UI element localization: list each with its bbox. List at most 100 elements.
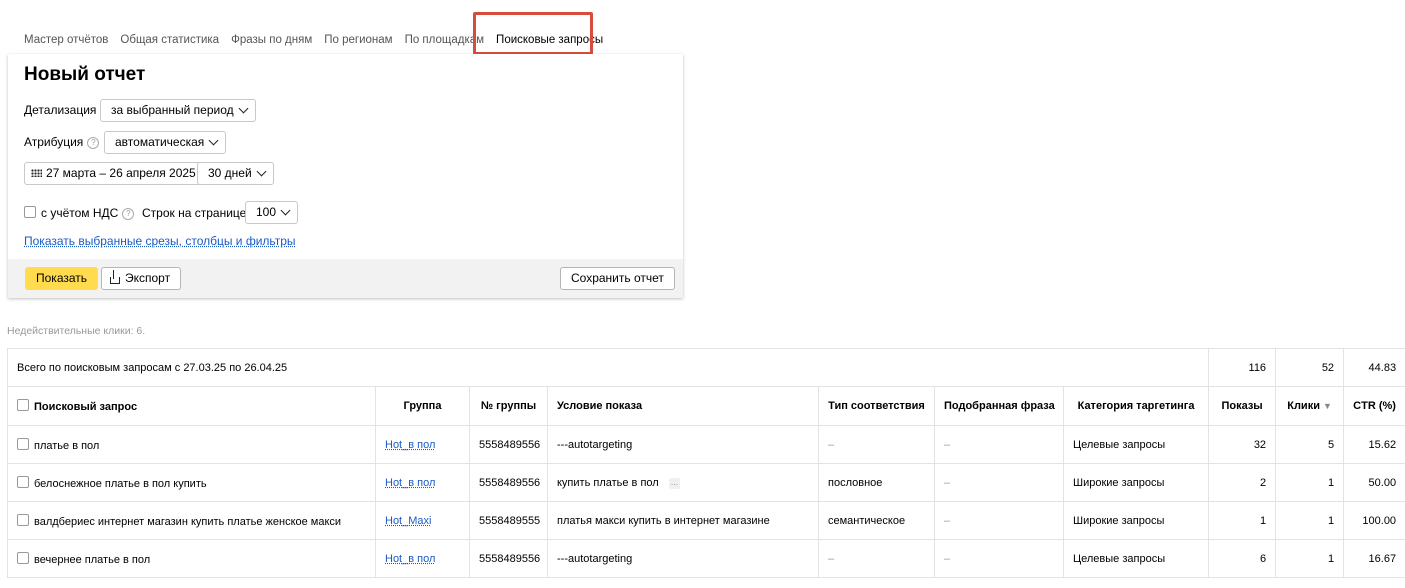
row-checkbox[interactable]: [17, 551, 29, 564]
detail-select[interactable]: за выбранный период: [100, 99, 256, 122]
totals-ctr: 44.83: [1343, 348, 1405, 387]
shows-cell: 2: [1208, 463, 1277, 502]
select-all-checkbox[interactable]: [17, 399, 29, 411]
table-row: вечернее платье в пол Hot_в пол 55584895…: [7, 539, 1405, 578]
row-checkbox[interactable]: [17, 513, 29, 526]
match-type-cell: –: [818, 425, 935, 464]
category-cell: Целевые запросы: [1062, 539, 1210, 578]
chevron-down-icon: [238, 103, 249, 114]
category-cell: Широкие запросы: [1062, 501, 1210, 540]
attribution-select-value: автоматическая: [115, 135, 205, 149]
header-clicks[interactable]: Клики ▼: [1275, 386, 1345, 426]
invalid-clicks-note: Недействительные клики: 6.: [7, 325, 146, 337]
totals-label: Всего по поисковым запросам с 27.03.25 п…: [6, 348, 1210, 387]
tab-general-stats[interactable]: Общая статистика: [114, 26, 225, 54]
detail-label: Детализация: [24, 103, 97, 117]
save-report-button[interactable]: Сохранить отчет: [560, 267, 675, 290]
condition-cell: купить платье в пол...: [547, 463, 819, 502]
row-checkbox[interactable]: [17, 437, 29, 450]
search-queries-table: Всего по поисковым запросам с 27.03.25 п…: [6, 348, 1405, 578]
help-icon[interactable]: ?: [122, 208, 135, 220]
match-type-cell: –: [818, 539, 935, 578]
condition-cell: ---autotargeting: [547, 425, 819, 464]
chevron-down-icon: [208, 135, 219, 146]
tab-by-sites[interactable]: По площадкам: [399, 26, 490, 54]
match-type-cell: семантическое: [818, 501, 935, 540]
header-matched-phrase[interactable]: Подобранная фраза: [934, 386, 1064, 426]
period-select[interactable]: 30 дней: [197, 162, 274, 185]
sort-desc-icon: ▼: [1322, 401, 1332, 411]
tab-phrases-by-day[interactable]: Фразы по дням: [225, 26, 318, 54]
shows-cell: 6: [1208, 539, 1277, 578]
vat-checkbox[interactable]: [24, 206, 36, 218]
page-title: Новый отчет: [24, 64, 146, 85]
group-link[interactable]: Hot_Maxi: [385, 515, 431, 527]
chevron-down-icon: [256, 166, 267, 177]
table-header-row: Поисковый запрос Группа № группы Условие…: [7, 386, 1405, 426]
clicks-cell: 1: [1275, 501, 1345, 540]
group-cell: Hot_Maxi: [375, 501, 470, 540]
group-cell: Hot_в пол: [375, 539, 470, 578]
attribution-label: Атрибуция?: [24, 135, 100, 149]
ctr-cell: 16.67: [1343, 539, 1405, 578]
show-button[interactable]: Показать: [25, 267, 99, 290]
chevron-down-icon: [280, 205, 291, 216]
date-range-picker[interactable]: 27 марта – 26 апреля 2025: [24, 162, 205, 185]
header-condition[interactable]: Условие показа: [547, 386, 819, 426]
ctr-cell: 50.00: [1343, 463, 1405, 502]
header-match-type[interactable]: Тип соответствия: [818, 386, 935, 426]
more-icon[interactable]: ...: [668, 477, 681, 489]
clicks-cell: 1: [1275, 539, 1345, 578]
tab-by-regions[interactable]: По регионам: [318, 26, 398, 54]
group-no-cell: 5558489556: [469, 463, 548, 502]
group-no-cell: 5558489556: [469, 539, 548, 578]
shows-cell: 32: [1208, 425, 1277, 464]
header-group[interactable]: Группа: [375, 386, 470, 426]
totals-clicks: 52: [1275, 348, 1345, 387]
clicks-cell: 1: [1275, 463, 1345, 502]
export-button[interactable]: Экспорт: [101, 267, 182, 290]
vat-toggle[interactable]: с учётом НДС?: [24, 206, 135, 220]
report-settings-panel: Новый отчет Детализация за выбранный пер…: [8, 54, 683, 298]
rows-per-page-select[interactable]: 100: [245, 201, 299, 224]
header-ctr[interactable]: CTR (%): [1343, 386, 1405, 426]
group-link[interactable]: Hot_в пол: [385, 477, 435, 489]
matched-phrase-cell: –: [934, 425, 1064, 464]
header-group-no[interactable]: № группы: [469, 386, 548, 426]
condition-cell: платья макси купить в интернет магазине: [547, 501, 819, 540]
help-icon[interactable]: ?: [87, 137, 100, 149]
ctr-cell: 100.00: [1343, 501, 1405, 540]
header-category[interactable]: Категория таргетинга: [1062, 386, 1210, 426]
group-link[interactable]: Hot_в пол: [385, 553, 435, 565]
rows-per-page-label: Строк на странице: [142, 206, 247, 220]
tab-report-master[interactable]: Мастер отчётов: [18, 26, 114, 54]
query-cell: платье в пол: [7, 425, 376, 464]
export-icon: [110, 270, 120, 284]
detail-select-value: за выбранный период: [111, 103, 234, 117]
group-cell: Hot_в пол: [375, 425, 470, 464]
totals-row: Всего по поисковым запросам с 27.03.25 п…: [6, 348, 1405, 387]
group-link[interactable]: Hot_в пол: [385, 439, 435, 451]
rows-per-page-value: 100: [256, 205, 277, 219]
totals-shows: 116: [1208, 348, 1277, 387]
query-cell: вечернее платье в пол: [7, 539, 376, 578]
category-cell: Широкие запросы: [1062, 463, 1210, 502]
row-checkbox[interactable]: [17, 475, 29, 488]
group-no-cell: 5558489555: [469, 501, 548, 540]
group-cell: Hot_в пол: [375, 463, 470, 502]
match-type-cell: пословное: [818, 463, 935, 502]
group-no-cell: 5558489556: [469, 425, 548, 464]
table-row: валдбериес интернет магазин купить плать…: [7, 501, 1405, 540]
tab-search-queries[interactable]: Поисковые запросы: [490, 26, 609, 54]
header-shows[interactable]: Показы: [1208, 386, 1277, 426]
period-select-value: 30 дней: [208, 166, 252, 180]
table-row: платье в пол Hot_в пол 5558489556 ---aut…: [7, 425, 1405, 464]
show-filters-link[interactable]: Показать выбранные срезы, столбцы и филь…: [24, 234, 296, 248]
header-query[interactable]: Поисковый запрос: [7, 386, 376, 426]
matched-phrase-cell: –: [934, 501, 1064, 540]
attribution-select[interactable]: автоматическая: [104, 131, 227, 154]
clicks-cell: 5: [1275, 425, 1345, 464]
matched-phrase-cell: –: [934, 539, 1064, 578]
calendar-icon: [31, 169, 42, 177]
panel-footer: Показать Экспорт Сохранить отчет: [8, 259, 683, 298]
